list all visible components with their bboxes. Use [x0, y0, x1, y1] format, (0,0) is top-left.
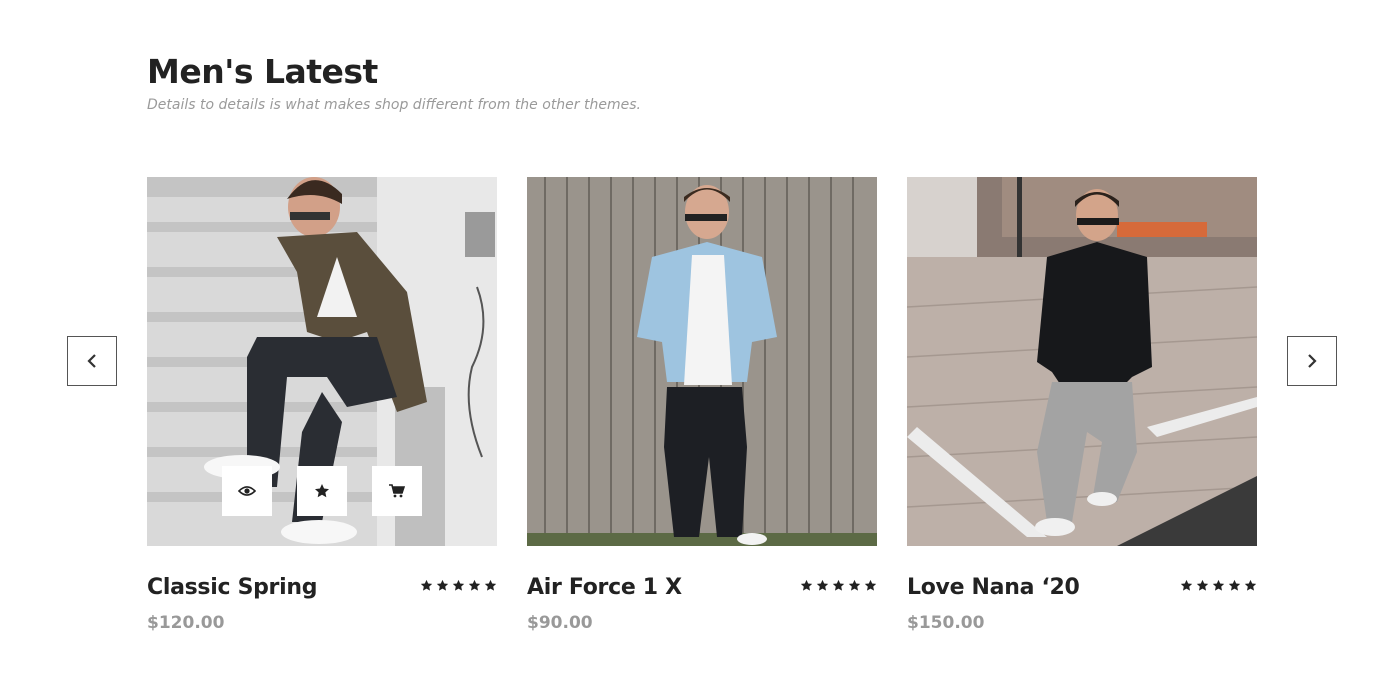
star-icon — [1196, 579, 1209, 591]
quick-view-button[interactable] — [222, 466, 272, 516]
product-name[interactable]: Air Force 1 X — [527, 573, 682, 603]
star-icon — [315, 484, 329, 498]
star-icon — [468, 579, 481, 591]
add-to-cart-button[interactable] — [372, 466, 422, 516]
product-card: Love Nana ‘20 $150.00 — [907, 177, 1257, 646]
chevron-right-icon — [1308, 354, 1317, 368]
product-price: $150.00 — [907, 613, 985, 633]
star-icon — [848, 579, 861, 591]
star-icon — [1180, 579, 1193, 591]
product-image[interactable] — [147, 177, 497, 546]
section-subtitle: Details to details is what makes shop di… — [147, 97, 641, 113]
star-icon — [452, 579, 465, 591]
product-price: $120.00 — [147, 613, 225, 633]
star-icon — [816, 579, 829, 591]
product-rating — [420, 579, 497, 592]
product-name[interactable]: Classic Spring — [147, 573, 317, 603]
product-actions — [222, 466, 422, 516]
carousel-next-button[interactable] — [1287, 336, 1337, 386]
eye-icon — [238, 486, 256, 496]
product-name[interactable]: Love Nana ‘20 — [907, 573, 1080, 603]
product-photo-street — [907, 177, 1257, 546]
star-icon — [864, 579, 877, 591]
product-rating — [1180, 579, 1257, 592]
product-card: Classic Spring $120.00 — [147, 177, 497, 646]
product-card: Air Force 1 X $90.00 — [527, 177, 877, 646]
star-icon — [1228, 579, 1241, 591]
cart-icon — [389, 484, 405, 498]
star-icon — [420, 579, 433, 591]
product-image[interactable] — [527, 177, 877, 546]
product-image[interactable] — [907, 177, 1257, 546]
star-icon — [832, 579, 845, 591]
product-rating — [800, 579, 877, 592]
product-photo-fence — [527, 177, 877, 546]
chevron-left-icon — [87, 354, 96, 368]
star-icon — [436, 579, 449, 591]
star-icon — [1212, 579, 1225, 591]
star-icon — [484, 579, 497, 591]
star-icon — [800, 579, 813, 591]
section-title: Men's Latest — [147, 52, 378, 91]
carousel-prev-button[interactable] — [67, 336, 117, 386]
star-icon — [1244, 579, 1257, 591]
wishlist-button[interactable] — [297, 466, 347, 516]
product-price: $90.00 — [527, 613, 593, 633]
